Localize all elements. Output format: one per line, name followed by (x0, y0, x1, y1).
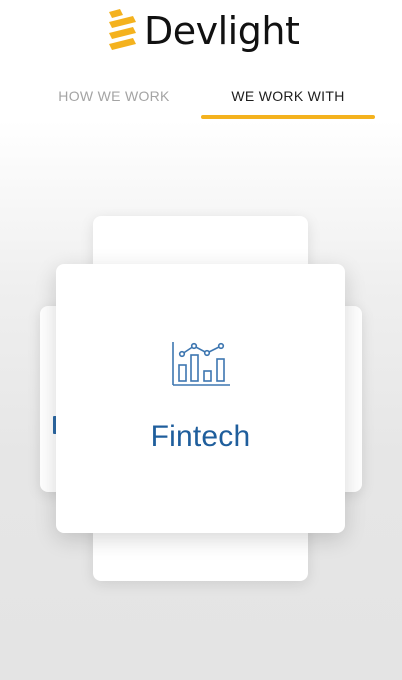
header: Devlight (0, 0, 402, 64)
active-tab-indicator (201, 115, 375, 119)
industries-carousel[interactable]: Fintech (0, 120, 402, 680)
tab-we-work-with[interactable]: WE WORK WITH (201, 74, 375, 118)
card-title: Fintech (150, 420, 251, 453)
bar-chart-trend-icon (170, 340, 232, 388)
brand-name: Devlight (144, 9, 300, 53)
brand-logo: Devlight (106, 8, 300, 54)
tab-how-we-work[interactable]: HOW WE WORK (27, 74, 201, 118)
carousel-card-active[interactable]: Fintech (56, 264, 345, 533)
devlight-stripes-logo-icon (106, 8, 140, 54)
app-screen: Devlight HOW WE WORK WE WORK WITH Fintec… (0, 0, 402, 680)
tab-bar: HOW WE WORK WE WORK WITH (0, 74, 402, 120)
